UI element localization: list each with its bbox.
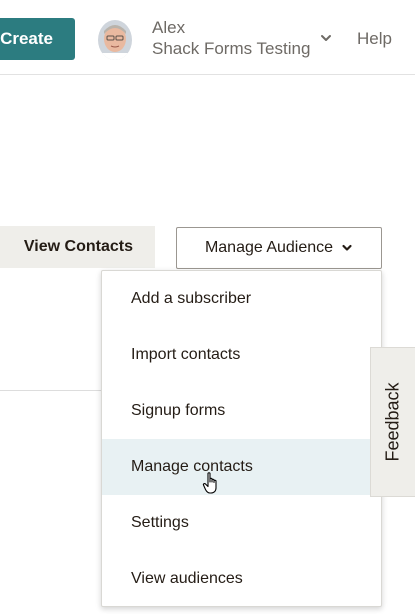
menu-item-manage-contacts[interactable]: Manage contacts [102, 439, 381, 495]
top-header: Create Alex Shack Forms Testing Help [0, 0, 415, 75]
avatar[interactable] [98, 20, 132, 60]
create-button-label: Create [0, 29, 53, 48]
menu-item-settings[interactable]: Settings [102, 495, 381, 551]
feedback-tab[interactable]: Feedback [370, 347, 415, 497]
menu-item-label: Add a subscriber [131, 290, 252, 307]
menu-item-import-contacts[interactable]: Import contacts [102, 327, 381, 383]
help-link[interactable]: Help [357, 29, 392, 49]
view-contacts-label: View Contacts [23, 238, 133, 255]
menu-item-label: Manage contacts [131, 458, 253, 475]
menu-item-add-subscriber[interactable]: Add a subscriber [102, 271, 381, 327]
avatar-image [98, 20, 132, 60]
menu-item-label: Import contacts [131, 346, 241, 363]
manage-audience-label: Manage Audience [204, 239, 334, 256]
manage-audience-menu: Add a subscriber Import contacts Signup … [101, 270, 382, 607]
menu-item-label: Signup forms [131, 402, 226, 419]
menu-item-signup-forms[interactable]: Signup forms [102, 383, 381, 439]
view-contacts-button[interactable]: View Contacts [0, 226, 155, 268]
account-name[interactable]: Shack Forms Testing [152, 39, 310, 59]
user-name[interactable]: Alex [152, 18, 185, 38]
feedback-label: Feedback [382, 382, 403, 462]
create-button[interactable]: Create [0, 18, 75, 60]
manage-audience-button[interactable]: Manage Audience [176, 227, 382, 269]
menu-item-label: Settings [131, 514, 189, 531]
menu-item-label: View audiences [131, 570, 243, 587]
chevron-down-icon [342, 244, 352, 251]
menu-item-view-audiences[interactable]: View audiences [102, 551, 381, 606]
chevron-down-icon[interactable] [319, 31, 333, 45]
